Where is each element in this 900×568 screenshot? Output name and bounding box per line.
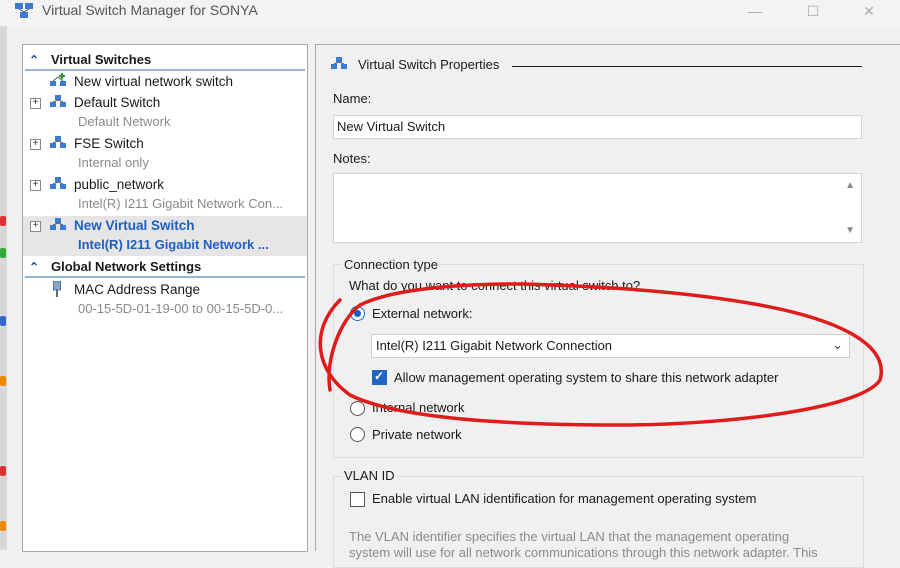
red-annotation-circle [318,282,883,427]
